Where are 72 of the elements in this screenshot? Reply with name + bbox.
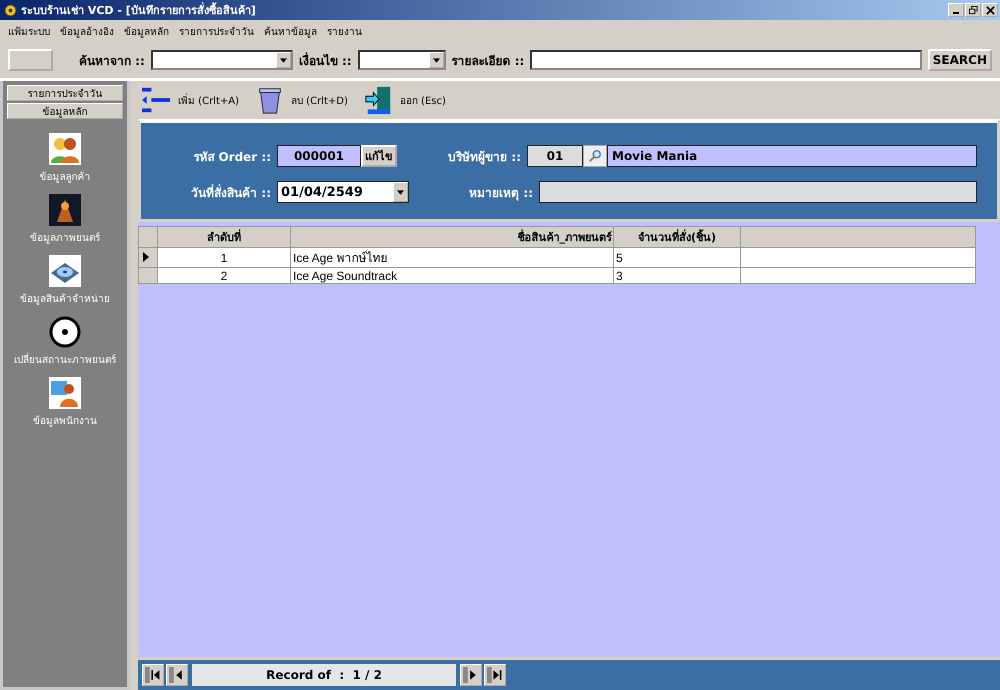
dropdown-arrow-icon[interactable] bbox=[432, 58, 440, 62]
previous-icon bbox=[169, 667, 185, 683]
order-date-dropdown[interactable]: 01/04/2549 bbox=[277, 181, 409, 203]
disc-icon[interactable] bbox=[49, 316, 81, 348]
movie-poster-icon[interactable] bbox=[49, 194, 81, 226]
search-button[interactable]: SEARCH bbox=[928, 49, 992, 71]
window-title: ระบบร้านเช่า VCD - [บันทึกรายการสั่งซื้อสินค้า] bbox=[21, 1, 256, 19]
people-icon[interactable] bbox=[49, 133, 81, 165]
sidebar-item-label[interactable]: ข้อมูลลูกค้า bbox=[40, 169, 90, 184]
disc-icon bbox=[4, 4, 17, 16]
supplier-name-field[interactable]: Movie Mania bbox=[607, 145, 977, 167]
next-record-button[interactable] bbox=[460, 664, 482, 686]
menu-item[interactable]: แฟ้มระบบ bbox=[8, 24, 50, 38]
close-icon bbox=[986, 6, 994, 14]
toolbar-label[interactable]: ลบ (Crlt+D) bbox=[291, 92, 348, 108]
menu-item[interactable]: รายงาน bbox=[327, 24, 362, 38]
sidebar-item-label[interactable]: ข้อมูลสินค้าจำหน่าย bbox=[20, 291, 110, 306]
supplier-label: บริษัทผู้ขาย :: bbox=[447, 148, 521, 166]
toolbar-label[interactable]: เพิ่ม (Crlt+A) bbox=[178, 92, 239, 108]
sidebar-item-label[interactable]: ข้อมูลพนักงาน bbox=[33, 413, 97, 428]
search-from-dropdown[interactable] bbox=[150, 50, 293, 70]
search-from-label: ค้นหาจาก :: bbox=[79, 52, 145, 70]
order-id-label: รหัส Order :: bbox=[192, 148, 271, 166]
minimize-button[interactable] bbox=[948, 3, 964, 17]
note-field[interactable] bbox=[539, 181, 977, 203]
last-record-button[interactable] bbox=[484, 664, 506, 686]
menu-item[interactable]: ค้นหาข้อมูล bbox=[264, 24, 317, 38]
sidebar-section-button[interactable]: ข้อมูลหลัก bbox=[7, 103, 123, 119]
sidebar-item-label[interactable]: เปลี่ยนสถานะภาพยนตร์ bbox=[14, 352, 116, 367]
menu-item[interactable]: รายการประจำวัน bbox=[179, 24, 254, 38]
table-cell: Ice Age พากษ์ไทย bbox=[290, 248, 614, 268]
table-cell: Ice Age Soundtrack bbox=[290, 268, 614, 284]
dropdown-arrow-icon[interactable] bbox=[397, 190, 404, 194]
dropdown-arrow-icon[interactable] bbox=[280, 58, 287, 62]
table-cell: 5 bbox=[614, 248, 740, 268]
column-header: ชื่อสินค้า_ภาพยนตร์ bbox=[290, 226, 614, 248]
skip-last-icon bbox=[487, 667, 503, 683]
detail-label: รายละเอียด :: bbox=[452, 52, 524, 70]
table-cell: 3 bbox=[614, 268, 740, 284]
column-header: ลำดับที่ bbox=[158, 226, 290, 248]
sidebar-section-button[interactable]: รายการประจำวัน bbox=[7, 85, 123, 101]
column-header: จำนวนที่สั่ง(ชิ้น) bbox=[614, 226, 740, 248]
condition-dropdown[interactable] bbox=[358, 50, 446, 70]
minimize-icon bbox=[953, 12, 959, 14]
menu-item[interactable]: ข้อมูลอ้างอิง bbox=[60, 24, 114, 38]
restore-button[interactable] bbox=[965, 3, 981, 17]
condition-label: เงื่อนไข :: bbox=[298, 51, 352, 70]
detail-input-field[interactable] bbox=[530, 50, 922, 70]
supplier-code-field[interactable]: 01 bbox=[527, 145, 583, 167]
search-button[interactable] bbox=[583, 145, 607, 167]
close-button[interactable] bbox=[982, 3, 998, 17]
toolbar-label[interactable]: ออก (Esc) bbox=[400, 92, 446, 108]
first-record-button[interactable] bbox=[142, 664, 164, 686]
person-computer-icon[interactable] bbox=[49, 377, 81, 409]
menu-item[interactable]: ข้อมูลหลัก bbox=[124, 24, 169, 38]
edit-button[interactable]: แก้ไข bbox=[361, 145, 397, 167]
search-icon bbox=[588, 149, 602, 163]
sidebar-item-label[interactable]: ข้อมูลภาพยนตร์ bbox=[30, 230, 100, 245]
table-cell: 2 bbox=[158, 268, 290, 284]
table-cell: 1 bbox=[158, 248, 290, 268]
skip-first-icon bbox=[145, 667, 161, 683]
toggle-button[interactable] bbox=[8, 49, 53, 71]
restore-icon bbox=[968, 6, 978, 14]
cd-case-icon[interactable] bbox=[49, 255, 81, 287]
previous-record-button[interactable] bbox=[166, 664, 188, 686]
order-id-field[interactable]: 000001 bbox=[277, 145, 361, 167]
note-label: หมายเหตุ :: bbox=[468, 184, 533, 202]
record-counter: Record of : 1 / 2 bbox=[192, 664, 456, 686]
add-row-icon[interactable] bbox=[142, 85, 172, 115]
order-date-label: วันที่สั่งสินค้า :: bbox=[190, 183, 271, 202]
row-indicator[interactable] bbox=[138, 248, 158, 268]
header-cell bbox=[138, 226, 158, 248]
